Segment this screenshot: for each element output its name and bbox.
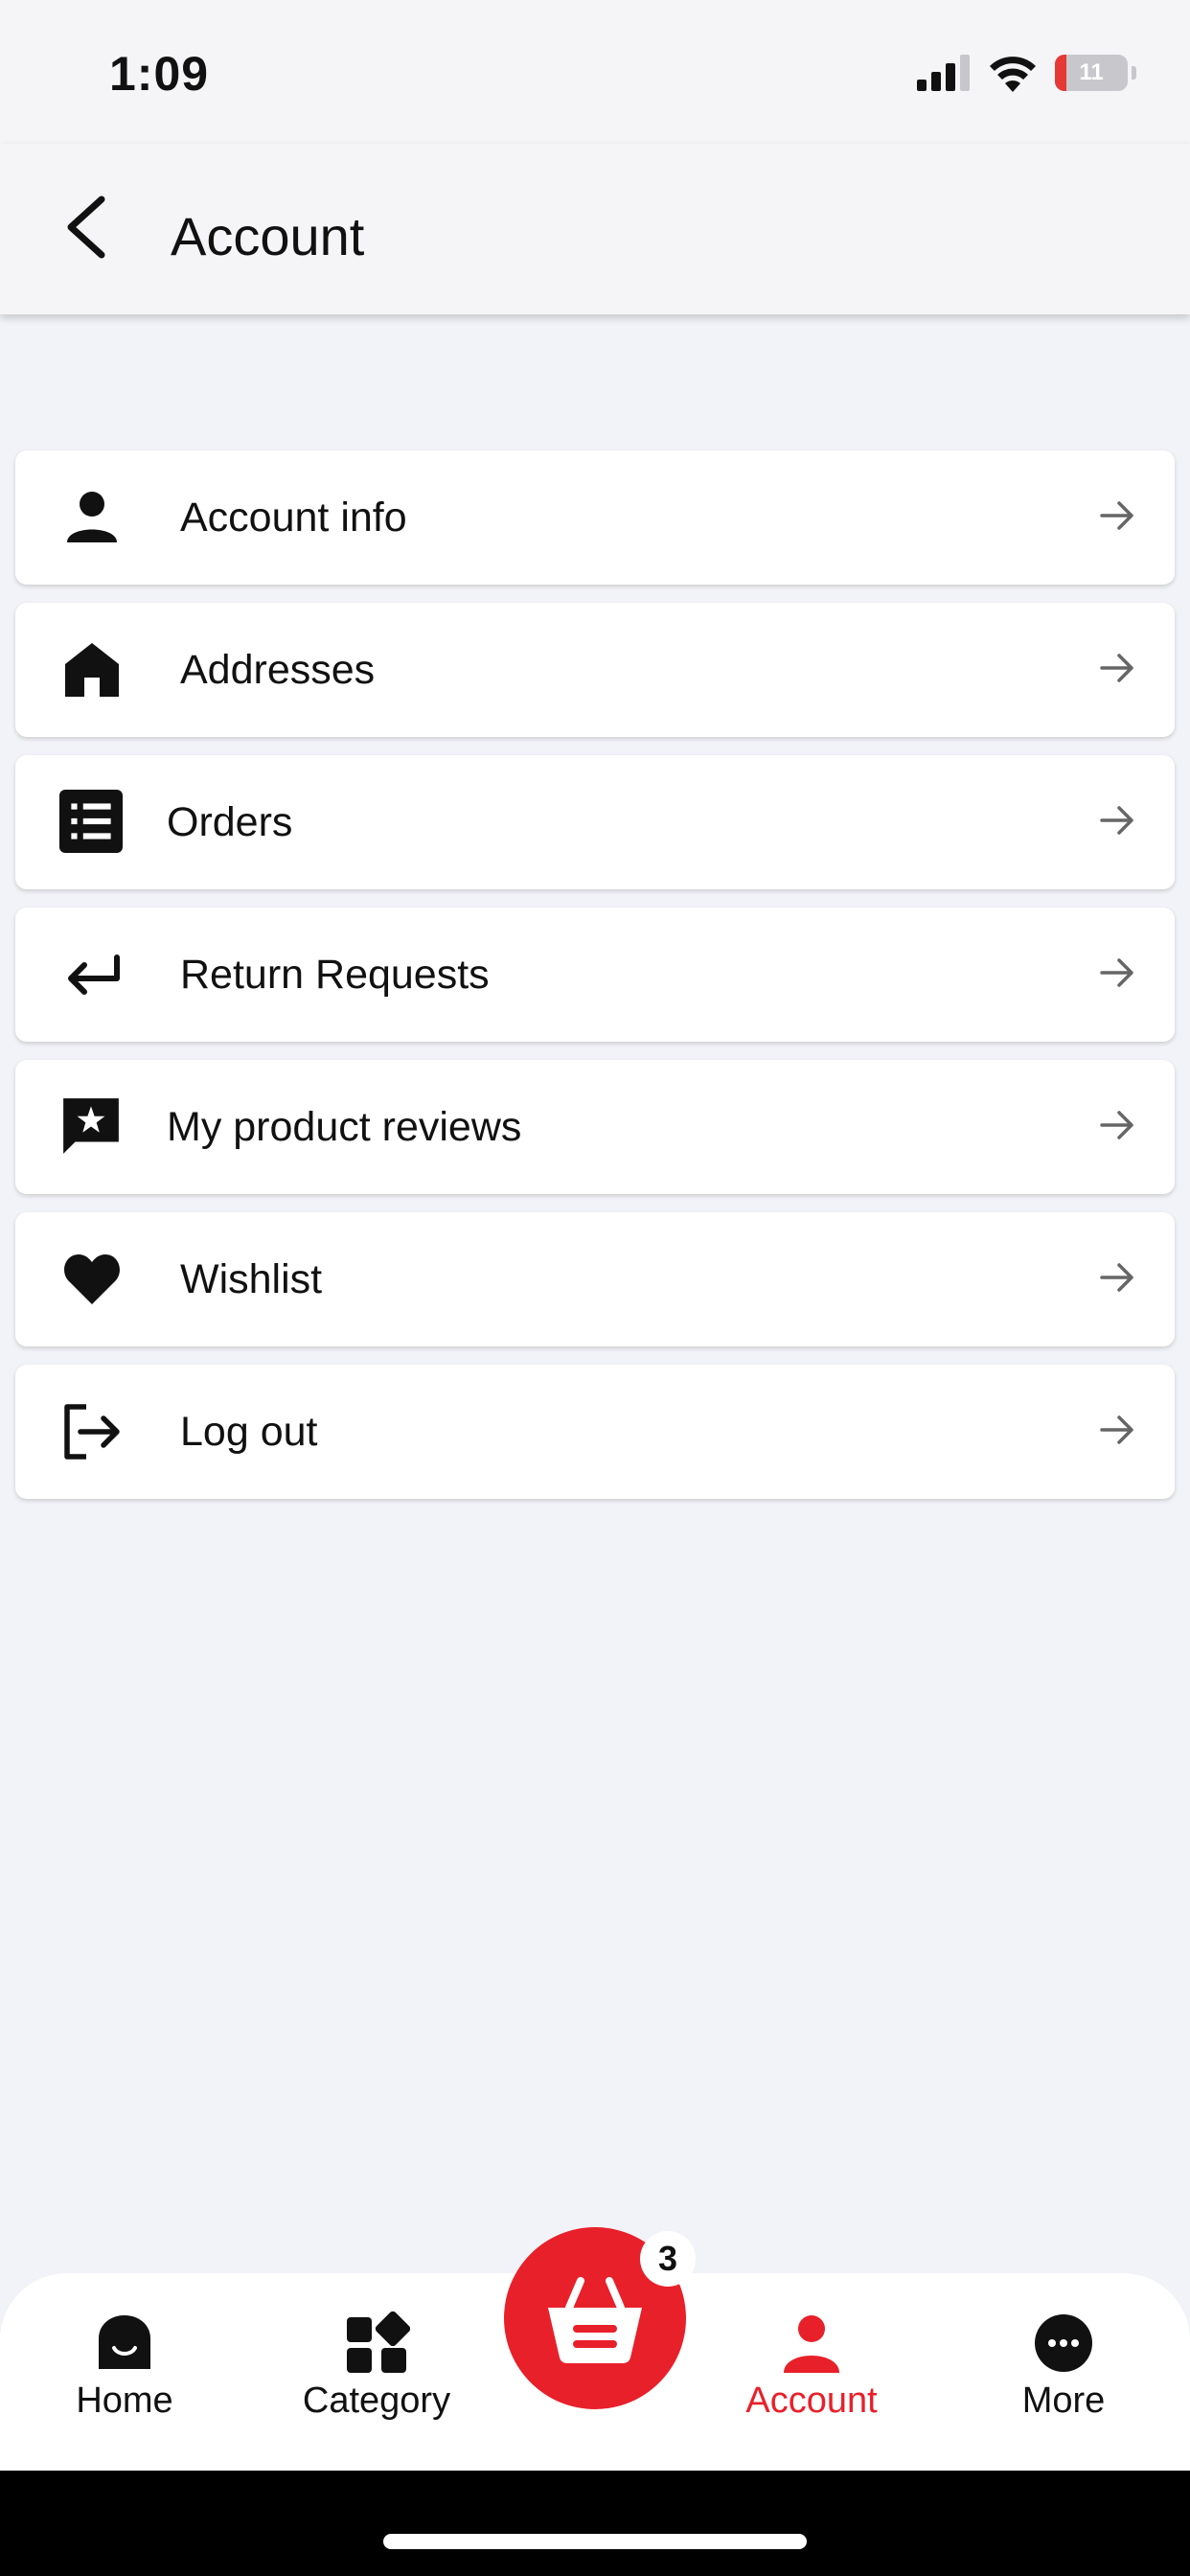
arrow-right-icon [1100,501,1133,530]
menu-item-addresses[interactable]: Addresses [15,603,1175,737]
arrow-right-icon [1100,1111,1133,1139]
nav-account-label: Account [745,2380,878,2421]
category-grid-icon [347,2311,410,2373]
menu-label: Account info [180,494,407,540]
logout-icon [64,1404,120,1460]
arrow-right-icon [1100,1415,1133,1444]
arrow-right-icon [1100,806,1133,835]
status-icons: 11 [917,54,1136,92]
arrow-right-icon [1100,654,1133,682]
heart-icon [64,1254,120,1304]
menu-label: Return Requests [180,951,490,998]
nav-more[interactable]: More [968,2310,1159,2422]
nav-home-label: Home [76,2380,173,2421]
account-person-icon [784,2315,839,2373]
menu-label: Orders [167,798,293,845]
menu-item-return-requests[interactable]: Return Requests [15,908,1175,1042]
page-title: Account [171,206,365,266]
arrow-right-icon [1100,958,1133,987]
app-header: Account [0,144,1190,314]
menu-label: My product reviews [167,1103,522,1150]
menu-item-orders[interactable]: Orders [15,755,1175,889]
home-indicator-area [0,2471,1190,2576]
review-star-icon [63,1098,119,1154]
menu-item-wishlist[interactable]: Wishlist [15,1212,1175,1346]
battery-level: 11 [1079,59,1104,85]
nav-account[interactable]: Account [716,2310,907,2422]
status-bar: 1:09 11 [0,0,1190,144]
nav-home[interactable]: Home [29,2310,220,2422]
wifi-icon [990,57,1036,92]
account-menu: Account info Addresses Orders Return Req… [15,450,1175,1517]
return-icon [68,954,120,995]
menu-label: Log out [180,1408,318,1455]
home-icon [65,643,119,697]
menu-label: Wishlist [180,1255,323,1302]
more-dots-icon [1035,2314,1092,2372]
menu-item-account-info[interactable]: Account info [15,450,1175,585]
nav-more-label: More [1021,2380,1106,2421]
signal-icon [917,55,970,91]
cart-count-badge: 3 [640,2231,696,2287]
nav-category[interactable]: Category [281,2310,472,2422]
menu-item-product-reviews[interactable]: My product reviews [15,1060,1175,1194]
list-icon [59,790,123,853]
status-time: 1:09 [109,47,210,101]
battery-icon: 11 [1055,55,1128,91]
basket-icon [548,2277,642,2363]
home-bag-icon [99,2315,150,2369]
back-arrow-icon[interactable] [57,194,115,261]
nav-category-label: Category [302,2380,451,2421]
home-indicator[interactable] [383,2534,807,2549]
person-icon [67,492,117,542]
menu-label: Addresses [180,646,376,693]
menu-item-log-out[interactable]: Log out [15,1365,1175,1499]
arrow-right-icon [1100,1263,1133,1292]
